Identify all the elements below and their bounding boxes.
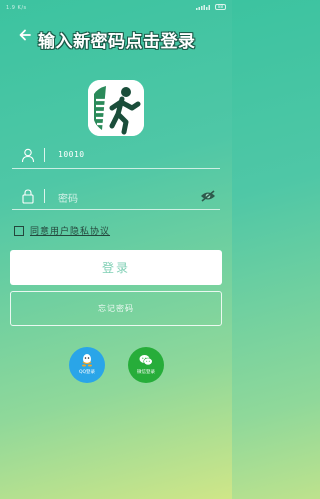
wechat-login-label: 微信登录 <box>137 370 155 375</box>
qq-icon <box>82 354 92 367</box>
wechat-icon <box>139 355 153 366</box>
agreement-row[interactable]: 同意用户隐私协议 <box>14 224 110 237</box>
wechat-login-button[interactable]: 微信登录 <box>128 347 164 383</box>
app-logo <box>88 80 144 136</box>
page-title: 输入新密码点击登录 <box>38 32 196 52</box>
agreement-checkbox[interactable] <box>14 225 24 236</box>
eye-hidden-icon[interactable] <box>200 189 216 203</box>
field-divider <box>44 189 45 203</box>
qq-login-label: QQ登录 <box>78 370 96 375</box>
back-arrow-icon <box>19 29 31 41</box>
status-bar: 1.9 K/s 88 <box>0 0 232 16</box>
field-divider <box>44 148 45 162</box>
username-field[interactable]: 10010 <box>12 143 220 169</box>
qq-login-button[interactable]: QQ登录 <box>69 347 105 383</box>
battery-icon: 88 <box>215 4 226 10</box>
signal-icon <box>196 5 210 10</box>
back-button[interactable] <box>18 28 32 42</box>
forgot-password-button[interactable]: 忘记密码 <box>10 291 222 326</box>
status-icons: 88 <box>196 4 226 10</box>
username-input[interactable]: 10010 <box>58 150 85 159</box>
user-icon <box>21 148 35 163</box>
password-input[interactable]: 密码 <box>58 190 78 205</box>
password-field[interactable]: 密码 <box>12 184 220 210</box>
agreement-link[interactable]: 同意用户隐私协议 <box>30 224 110 237</box>
network-speed: 1.9 K/s <box>6 5 27 11</box>
runner-logo-icon <box>88 80 144 136</box>
lock-icon <box>22 189 34 204</box>
login-button[interactable]: 登录 <box>10 250 222 285</box>
